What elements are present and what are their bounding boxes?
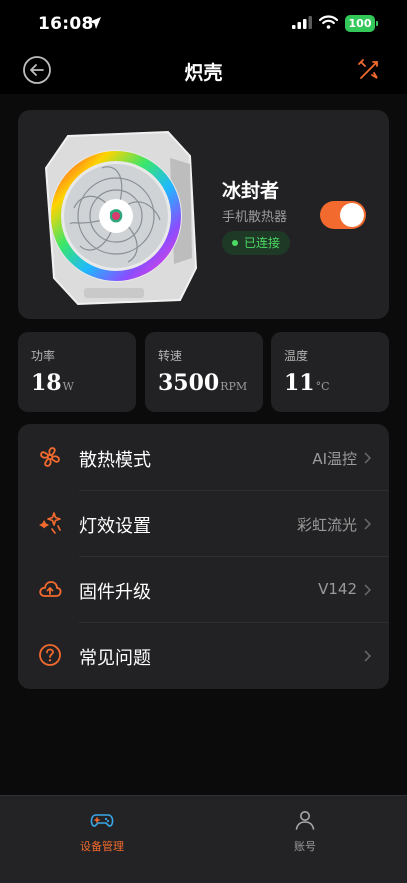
menu-label: 散热模式 bbox=[79, 450, 151, 471]
menu-value: AI温控 bbox=[312, 450, 357, 468]
menu-item-faq[interactable]: 常见问题 bbox=[18, 622, 389, 688]
device-name: 冰封者 bbox=[222, 180, 280, 202]
stat-card-power: 功率 18W bbox=[18, 332, 136, 412]
device-card[interactable]: 冰封者 手机散热器 已连接 bbox=[18, 110, 389, 319]
fan-icon bbox=[40, 447, 60, 467]
chevron-right-icon bbox=[364, 584, 371, 596]
chevron-right-icon bbox=[364, 452, 371, 464]
gamepad-icon bbox=[90, 814, 114, 827]
tab-device-management[interactable]: 设备管理 bbox=[42, 804, 162, 854]
status-bar: 16:08 100 bbox=[0, 0, 407, 46]
battery-tip bbox=[376, 21, 378, 26]
location-arrow-icon bbox=[89, 17, 101, 29]
nav-bar: 炽壳 bbox=[0, 46, 407, 94]
menu-value: V142 bbox=[318, 580, 357, 598]
stat-unit: °C bbox=[315, 380, 330, 393]
stat-label: 功率 bbox=[31, 349, 56, 363]
person-icon bbox=[295, 811, 315, 830]
stat-value: 3500RPM bbox=[158, 370, 248, 396]
menu-label: 固件升级 bbox=[79, 582, 151, 603]
status-time: 16:08 bbox=[38, 14, 94, 34]
chevron-right-icon bbox=[364, 518, 371, 530]
power-toggle[interactable] bbox=[320, 201, 366, 229]
stat-card-speed: 转速 3500RPM bbox=[145, 332, 263, 412]
battery-indicator: 100 bbox=[345, 15, 375, 32]
stat-card-temperature: 温度 11°C bbox=[271, 332, 389, 412]
settings-menu: 散热模式 AI温控 灯效设置 彩虹流光 固件升级 V142 常见问题 bbox=[18, 424, 389, 689]
tab-bar: 设备管理 账号 bbox=[0, 795, 407, 883]
page-title: 炽壳 bbox=[184, 62, 223, 84]
menu-label: 灯效设置 bbox=[79, 516, 151, 537]
menu-item-lighting[interactable]: 灯效设置 彩虹流光 bbox=[18, 490, 389, 556]
chevron-right-icon bbox=[364, 650, 371, 662]
wifi-icon bbox=[319, 15, 338, 29]
question-icon bbox=[39, 644, 61, 666]
wrench-tools-icon[interactable] bbox=[357, 58, 381, 82]
battery-level: 100 bbox=[348, 17, 372, 30]
menu-value: 彩虹流光 bbox=[296, 516, 357, 534]
status-dot-icon bbox=[232, 240, 238, 246]
stat-label: 温度 bbox=[284, 349, 309, 363]
menu-item-firmware[interactable]: 固件升级 V142 bbox=[18, 556, 389, 622]
stat-unit: W bbox=[62, 380, 74, 393]
tab-account[interactable]: 账号 bbox=[245, 804, 365, 854]
content-area: 冰封者 手机散热器 已连接 功率 18W 转速 3500RPM 温度 11°C bbox=[0, 94, 407, 795]
device-type: 手机散热器 bbox=[222, 210, 288, 225]
stat-unit: RPM bbox=[220, 380, 248, 393]
stat-label: 转速 bbox=[158, 349, 183, 363]
tab-label: 账号 bbox=[294, 840, 316, 853]
cooler-device-image bbox=[44, 130, 198, 306]
connection-status-text: 已连接 bbox=[244, 236, 281, 250]
sparkle-icon bbox=[39, 512, 61, 534]
stat-value: 11°C bbox=[284, 370, 330, 396]
connection-status-badge: 已连接 bbox=[222, 231, 291, 255]
menu-label: 常见问题 bbox=[79, 648, 151, 669]
signal-icon bbox=[292, 16, 312, 29]
stat-value: 18W bbox=[31, 370, 74, 396]
cloud-upload-icon bbox=[39, 581, 62, 597]
tab-label: 设备管理 bbox=[80, 840, 124, 853]
menu-item-cooling-mode[interactable]: 散热模式 AI温控 bbox=[18, 424, 389, 490]
toggle-knob bbox=[340, 203, 364, 227]
